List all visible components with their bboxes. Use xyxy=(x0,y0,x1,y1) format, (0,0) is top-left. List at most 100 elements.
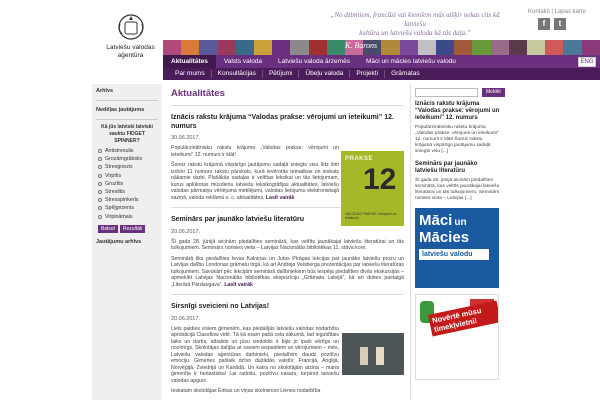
radio-icon[interactable] xyxy=(98,181,102,186)
poll-option-label: Virpināmais xyxy=(105,213,133,220)
poll-option[interactable]: Spēļgrizenis xyxy=(92,204,162,212)
article-paragraph: Šoreiz rakstu krājumā vispārīgo jautājum… xyxy=(171,162,339,201)
facebook-icon[interactable]: f xyxy=(538,18,550,30)
article-text: Šoreiz rakstu krājumā vispārīgo jautājum… xyxy=(171,162,339,201)
poll-option[interactable]: Virpītis xyxy=(92,172,162,180)
poll-option-label: Stresgriezis xyxy=(105,164,133,171)
article-paragraph: Populārzinātnisku rakstu krājuma „Valoda… xyxy=(171,145,339,158)
article-date: 20.06.2017. xyxy=(171,228,201,235)
radio-icon[interactable] xyxy=(98,190,102,195)
banner-signature: K. Barons xyxy=(345,41,378,50)
twitter-icon[interactable]: t xyxy=(554,18,566,30)
results-button[interactable]: Rezultāti xyxy=(119,224,146,233)
news-text: Šī gada 28. jūnijā aicinām piedalīties s… xyxy=(415,178,500,201)
radio-icon[interactable] xyxy=(98,198,102,203)
article-paragraph: Seminārā tiks piedalīties Ievas Kalniņas… xyxy=(171,256,404,289)
article-photo[interactable] xyxy=(342,333,404,375)
poll-option-label: Stresspinkerīs xyxy=(105,197,139,204)
search-button[interactable]: Meklēt xyxy=(482,88,505,97)
read-more-link[interactable]: Lasīt vairāk xyxy=(224,282,253,288)
poll-archive-link[interactable]: Jautājumu arhīvs xyxy=(92,235,162,249)
poll-option[interactable]: Virpināmais xyxy=(92,213,162,221)
primary-nav: Aktualitātes Valsts valoda Latviešu valo… xyxy=(163,55,600,68)
article: Seminārs par jaunāko latviešu literatūru… xyxy=(165,216,410,288)
news-text: Populārzinātnisku rakstu krājuma „Valoda… xyxy=(415,125,499,154)
banner-word: un xyxy=(454,217,467,228)
feedback-banner[interactable]: Novērtē mūsu timekļvietni! xyxy=(415,294,499,380)
book-cover-image[interactable]: PRAKSE 12 VALODAS PRAKSE: vērojumi un ie… xyxy=(341,151,404,226)
archive-link[interactable]: Arhīvs xyxy=(92,84,162,98)
vote-button[interactable]: Balsot xyxy=(98,224,118,233)
divider xyxy=(96,119,158,120)
search-input[interactable] xyxy=(415,88,478,97)
poll-option[interactable]: Grozāmgrābslis xyxy=(92,155,162,163)
article-paragraph: Liels paldies visiem ģimenēm, kas piedal… xyxy=(171,325,339,384)
news-item: Iznācis rakstu krājuma “Valodas prakse: … xyxy=(411,101,504,155)
article-text: Seminārā tiks piedalīties Ievas Kalniņas… xyxy=(171,255,404,288)
feedback-text: Novērtē mūsu timekļvietni! xyxy=(428,300,498,337)
site-logo[interactable]: Latviešu valodas aģentūra xyxy=(98,14,163,60)
search-box: Meklēt xyxy=(411,84,505,101)
banner-bar: latviešu valodu xyxy=(419,249,489,260)
poll-title: Nedēļas jautājums xyxy=(96,107,145,113)
radio-icon[interactable] xyxy=(98,149,102,154)
news-item: Seminārs par jaunāko latviešu literatūru… xyxy=(411,161,504,202)
radio-icon[interactable] xyxy=(98,165,102,170)
article-date: 30.06.2017. xyxy=(171,135,201,141)
poll-option-label: Stresiltis xyxy=(105,189,126,196)
poll-option[interactable]: Stresiltis xyxy=(92,188,162,196)
contacts-link[interactable]: Kontakti xyxy=(528,9,550,15)
quote-line-1: „No dzimtiem, francūzi vai kiemīem mūs a… xyxy=(330,11,500,28)
divider xyxy=(171,294,404,295)
divider xyxy=(96,100,158,101)
sitemap-link[interactable]: Lapas karte xyxy=(555,9,586,15)
subnav-projekti[interactable]: Projekti xyxy=(350,70,386,78)
article-date: 20.06.2017. xyxy=(171,315,201,322)
news-title[interactable]: Iznācis rakstu krājuma “Valodas prakse: … xyxy=(415,101,500,122)
news-title[interactable]: Seminārs par jaunāko latviešu literatūru xyxy=(415,161,500,175)
color-banner xyxy=(163,40,600,55)
poll-buttons: Balsot Rezultāti xyxy=(92,221,162,235)
radio-icon[interactable] xyxy=(98,173,102,178)
poll-option[interactable]: Grozītis xyxy=(92,180,162,188)
photo-figure xyxy=(376,347,384,365)
nav-item-maci[interactable]: Māci un mācies latviešu valodu xyxy=(358,55,464,68)
top-links: Kontakti | Lapas karte xyxy=(528,9,586,15)
subnav-ubelu-valoda[interactable]: Ūbeļu valoda xyxy=(299,70,351,78)
right-sidebar: Meklēt Iznācis rakstu krājuma “Valodas p… xyxy=(410,84,505,400)
radio-icon[interactable] xyxy=(98,206,102,211)
radio-icon[interactable] xyxy=(98,214,102,219)
article: Sirsnīgi sveicieni no Latvijas! 20.06.20… xyxy=(165,303,410,395)
subnav-par-mums[interactable]: Par mums xyxy=(169,70,212,78)
article-title[interactable]: Seminārs par jaunāko latviešu literatūru xyxy=(171,216,404,225)
article: Iznācis rakstu krājuma “Valodas prakse: … xyxy=(165,114,410,226)
banner-word: Māci xyxy=(419,212,453,229)
article-paragraph: Ieskatam skolotājas Ērikas un viņas skol… xyxy=(171,388,321,394)
coat-of-arms-icon xyxy=(117,14,144,40)
radio-icon[interactable] xyxy=(98,157,102,162)
subnav-gramatas[interactable]: Grāmatas xyxy=(385,70,426,78)
subnav-petijumi[interactable]: Pētījumi xyxy=(263,70,300,78)
subnav-konsultacijas[interactable]: Konsultācijas xyxy=(212,70,263,78)
poll-option[interactable]: Antistresulis xyxy=(92,147,162,155)
language-switch[interactable]: ENG xyxy=(578,57,596,67)
article-title[interactable]: Sirsnīgi sveicieni no Latvijas! xyxy=(171,303,404,312)
nav-item-valsts-valoda[interactable]: Valsts valoda xyxy=(216,55,270,68)
maci-banner[interactable]: Māci un Mācies latviešu valodu xyxy=(415,208,499,288)
poll-option-label: Grozītis xyxy=(105,180,124,187)
poll-option[interactable]: Stresspinkerīs xyxy=(92,196,162,204)
photo-figure xyxy=(360,347,368,365)
nav-item-aktualitates[interactable]: Aktualitātes xyxy=(163,55,216,68)
article-paragraph: Šī gada 28. jūnijā aicinām piedalīties s… xyxy=(171,238,404,252)
nav-item-arzemes[interactable]: Latviešu valoda ārzemēs xyxy=(270,55,358,68)
social-links: f t xyxy=(538,18,566,30)
banner-line-2: Mācies xyxy=(419,229,470,246)
poll-option[interactable]: Stresgriezis xyxy=(92,163,162,171)
article-title[interactable]: Iznācis rakstu krājuma “Valodas prakse: … xyxy=(171,114,404,131)
banner-line-1: Māci un xyxy=(419,212,495,229)
left-sidebar: Arhīvs Nedēļas jautājums Kā jūs latviski… xyxy=(92,84,162,400)
read-more-link[interactable]: Lasīt vairāk xyxy=(266,195,295,201)
book-label: PRAKSE xyxy=(345,156,374,162)
page-title: Aktualitātes xyxy=(171,88,225,99)
logo-text: Latviešu valodas aģentūra xyxy=(106,44,155,59)
